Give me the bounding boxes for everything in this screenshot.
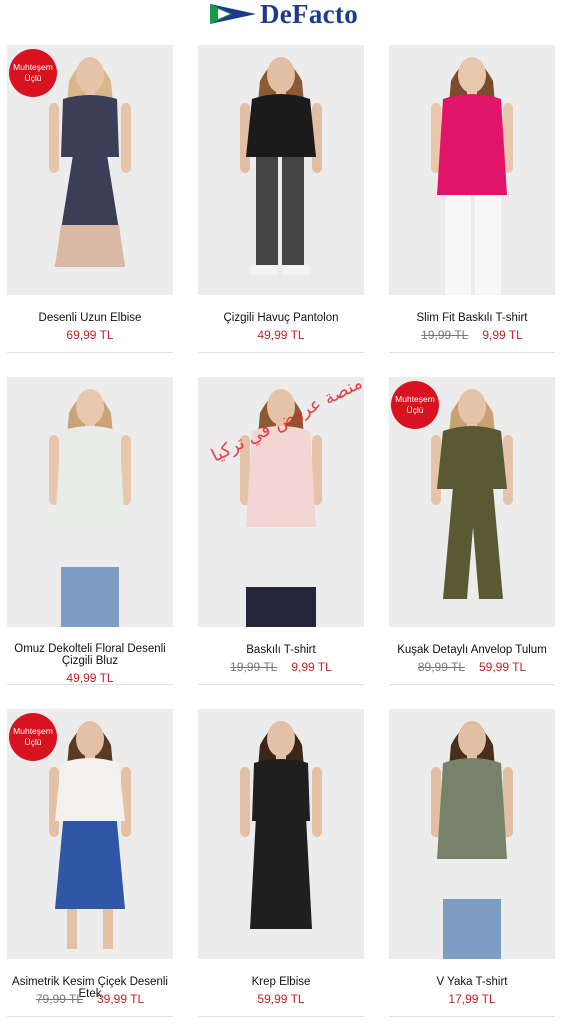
product-card[interactable]: Slim Fit Baskılı T-shirt 19,99 TL 9,99 TL <box>389 45 555 353</box>
product-image[interactable]: Muhteşem Üçlü <box>389 377 555 627</box>
current-price: 69,99 TL <box>66 328 114 342</box>
product-image[interactable] <box>7 377 173 627</box>
current-price: 9,99 TL <box>482 328 523 342</box>
price-row: 17,99 TL <box>389 992 555 1006</box>
price-row: 19,99 TL 9,99 TL <box>389 328 555 342</box>
old-price: 19,99 TL <box>421 328 469 342</box>
product-card[interactable]: Muhteşem Üçlü Desenli Uzun Elbise 69,99 TL <box>7 45 173 353</box>
product-name[interactable]: Omuz Dekolteli Floral Desenli Çizgili Bl… <box>1 643 179 667</box>
product-card[interactable]: Muhteşem Üçlü Asimetrik Kesim Çiçek Desenl… <box>7 709 173 1017</box>
old-price: 79,99 TL <box>35 992 83 1006</box>
product-name[interactable]: Çizgili Havuç Pantolon <box>192 312 370 324</box>
muhtesem-uclu-badge: Muhteşem Üçlü <box>9 49 57 97</box>
badge-line: Üçlü <box>24 73 42 83</box>
card-divider <box>389 352 555 353</box>
price-row: 49,99 TL <box>7 671 173 685</box>
card-divider <box>389 684 555 685</box>
product-name[interactable]: Slim Fit Baskılı T-shirt <box>383 312 561 324</box>
product-card[interactable]: V Yaka T-shirt 17,99 TL <box>389 709 555 1017</box>
badge-line: Üçlü <box>24 737 42 747</box>
price-row: 79,99 TL 39,99 TL <box>7 992 173 1006</box>
product-name[interactable]: Krep Elbise <box>192 976 370 988</box>
card-divider <box>7 684 173 685</box>
product-card[interactable]: Çizgili Havuç Pantolon 49,99 TL <box>198 45 364 353</box>
product-card[interactable]: Omuz Dekolteli Floral Desenli Çizgili Bl… <box>7 377 173 685</box>
product-image[interactable] <box>198 709 364 959</box>
product-name[interactable]: V Yaka T-shirt <box>383 976 561 988</box>
product-image[interactable] <box>389 45 555 295</box>
product-image[interactable]: Muhteşem Üçlü <box>7 45 173 295</box>
product-image[interactable] <box>198 45 364 295</box>
muhtesem-uclu-badge: Muhteşem Üçlü <box>9 713 57 761</box>
current-price: 39,99 TL <box>97 992 145 1006</box>
price-row: 69,99 TL <box>7 328 173 342</box>
price-row: 49,99 TL <box>198 328 364 342</box>
card-divider <box>198 352 364 353</box>
badge-line: Muhteşem <box>13 726 53 736</box>
old-price: 19,99 TL <box>230 660 278 674</box>
badge-line: Muhteşem <box>395 394 435 404</box>
product-grid: Muhteşem Üçlü Desenli Uzun Elbise 69,99 TL … <box>0 0 568 1024</box>
old-price: 89,99 TL <box>417 660 465 674</box>
current-price: 59,99 TL <box>257 992 305 1006</box>
badge-line: Üçlü <box>406 405 424 415</box>
product-card[interactable]: Muhteşem Üçlü Kuşak Detaylı Anvelop Tulum 8… <box>389 377 555 685</box>
card-divider <box>389 1016 555 1017</box>
current-price: 9,99 TL <box>291 660 332 674</box>
product-name[interactable]: Baskılı T-shirt <box>192 644 370 656</box>
card-divider <box>198 684 364 685</box>
product-name[interactable]: Kuşak Detaylı Anvelop Tulum <box>383 644 561 656</box>
product-image[interactable]: Muhteşem Üçlü <box>7 709 173 959</box>
card-divider <box>7 352 173 353</box>
current-price: 59,99 TL <box>479 660 527 674</box>
card-divider <box>198 1016 364 1017</box>
product-card[interactable]: Krep Elbise 59,99 TL <box>198 709 364 1017</box>
current-price: 17,99 TL <box>448 992 496 1006</box>
product-name[interactable]: Desenli Uzun Elbise <box>1 312 179 324</box>
card-divider <box>7 1016 173 1017</box>
price-row: 59,99 TL <box>198 992 364 1006</box>
current-price: 49,99 TL <box>257 328 305 342</box>
current-price: 49,99 TL <box>66 671 114 685</box>
product-image[interactable] <box>389 709 555 959</box>
muhtesem-uclu-badge: Muhteşem Üçlü <box>391 381 439 429</box>
price-row: 89,99 TL 59,99 TL <box>389 660 555 674</box>
badge-line: Muhteşem <box>13 62 53 72</box>
price-row: 19,99 TL 9,99 TL <box>198 660 364 674</box>
